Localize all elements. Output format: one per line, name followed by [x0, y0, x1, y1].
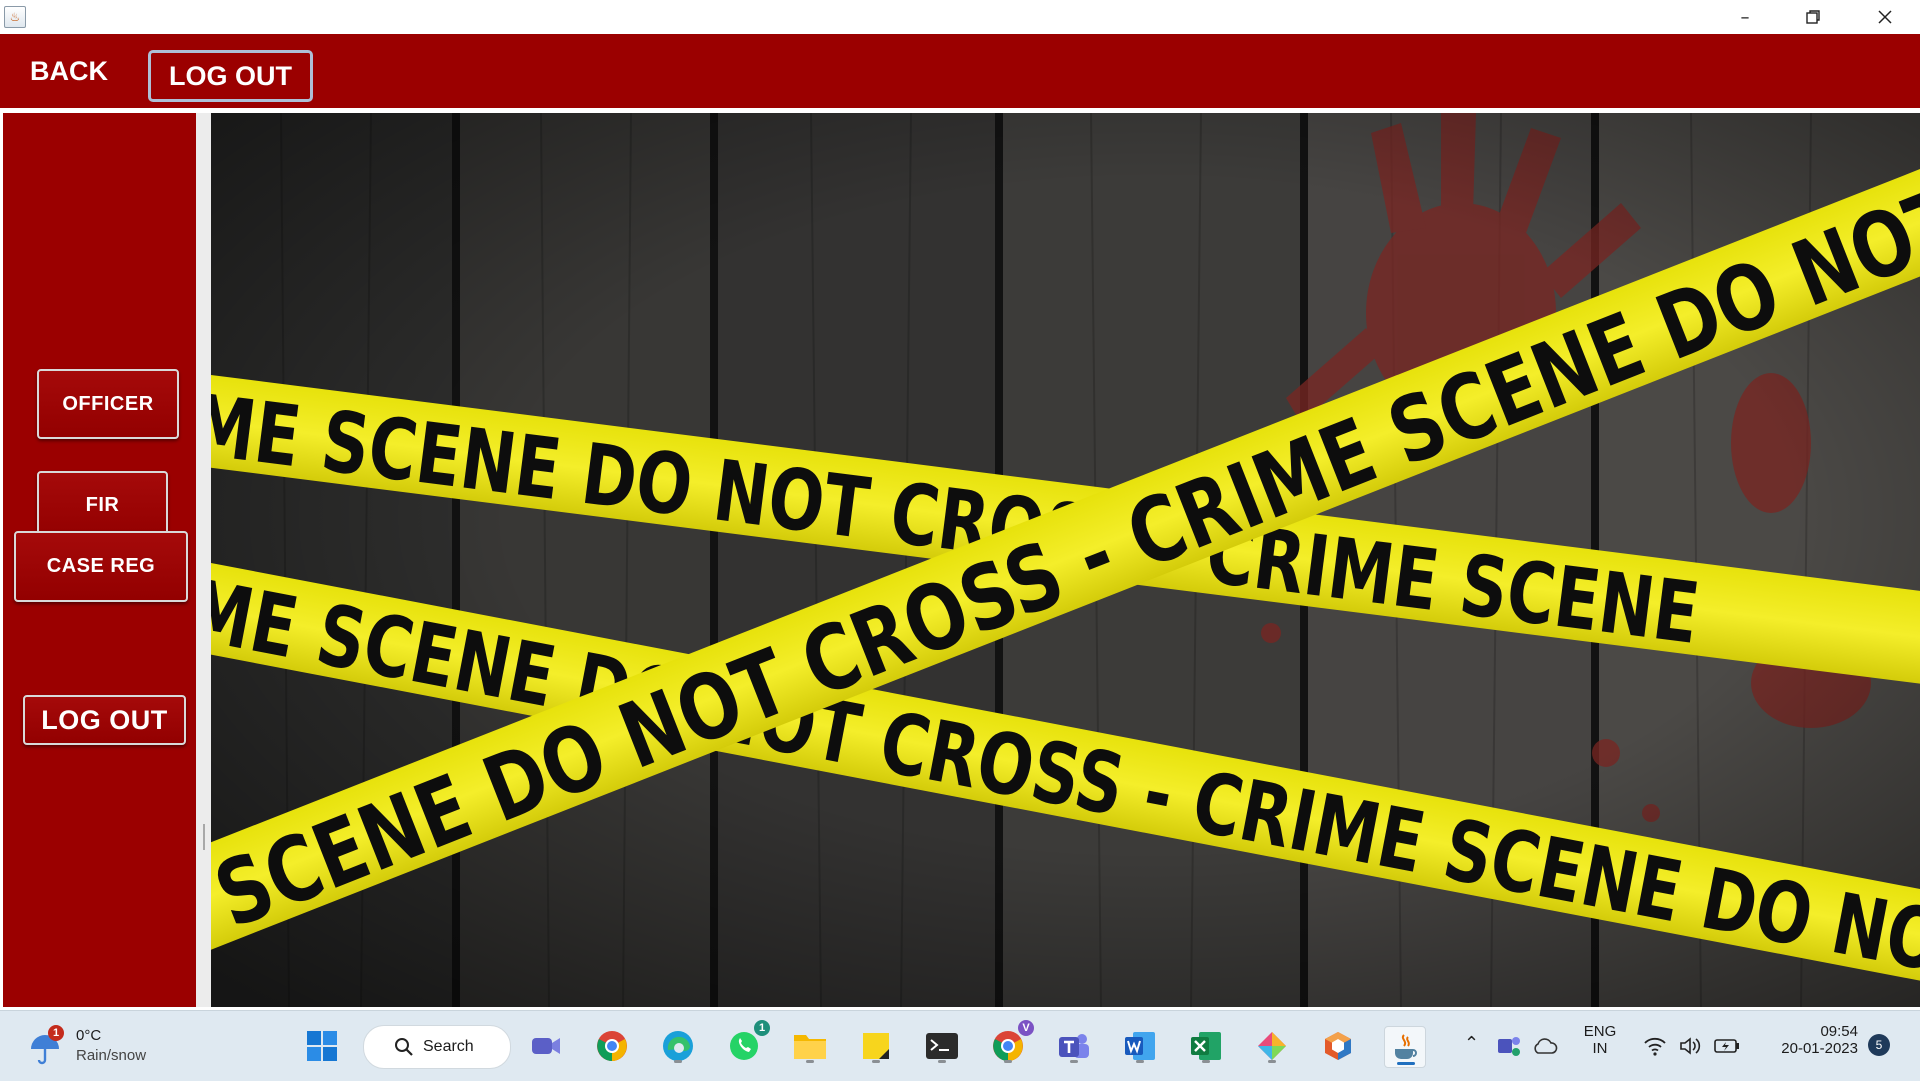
chrome-profile-running-indicator — [1004, 1060, 1012, 1063]
chevron-up-icon[interactable]: ⌃ — [1464, 1033, 1479, 1054]
word-running-indicator — [1136, 1060, 1144, 1063]
java-cup-icon: ♨ — [4, 6, 26, 28]
whatsapp-icon[interactable]: 1 — [724, 1020, 770, 1066]
sidebar-logout-button[interactable]: LOG OUT — [23, 695, 186, 745]
top-logout-button[interactable]: LOG OUT — [148, 50, 313, 102]
clock[interactable]: 09:54 20-01-2023 — [1758, 1023, 1858, 1057]
minimize-icon[interactable]: – — [1710, 0, 1780, 34]
excel-icon[interactable] — [1186, 1026, 1226, 1066]
teams-tray-icon[interactable] — [1494, 1026, 1524, 1066]
weather-widget[interactable]: 1 0°C Rain/snow — [26, 1025, 166, 1069]
header-divider — [0, 108, 1920, 112]
top-navigation-bar: BACK LOG OUT — [0, 34, 1920, 108]
explorer-running-indicator — [806, 1060, 814, 1063]
search-icon — [395, 1038, 413, 1056]
onedrive-cloud-icon[interactable] — [1530, 1026, 1560, 1066]
weather-temp: 0°C — [76, 1027, 102, 1044]
java-active-indicator — [1397, 1062, 1415, 1065]
terminal-running-indicator — [938, 1060, 946, 1063]
wifi-icon[interactable] — [1640, 1026, 1670, 1066]
split-pane-divider[interactable] — [196, 113, 211, 1007]
sidebar: OFFICER FIR CASE REG LOG OUT — [3, 113, 196, 1007]
snipping-tool-icon[interactable] — [1252, 1026, 1292, 1066]
lang-line2: IN — [1592, 1040, 1608, 1057]
crime-scene-illustration: ME SCENE DO NOT CROSS - CRIME SCENE ME S… — [211, 113, 1920, 1007]
windows-start-icon[interactable] — [302, 1026, 342, 1066]
whatsapp-badge: 1 — [754, 1020, 770, 1036]
battery-icon[interactable] — [1712, 1026, 1742, 1066]
taskbar-search-box[interactable]: Search — [363, 1025, 511, 1069]
edge-icon[interactable] — [658, 1026, 698, 1066]
sticky-notes-icon[interactable] — [856, 1026, 896, 1066]
chrome-icon[interactable] — [592, 1026, 632, 1066]
officer-button[interactable]: OFFICER — [37, 369, 179, 439]
teams-icon[interactable] — [1054, 1026, 1094, 1066]
word-icon[interactable] — [1120, 1026, 1160, 1066]
sticky-running-indicator — [872, 1060, 880, 1063]
fir-button[interactable]: FIR — [37, 471, 168, 540]
snip-running-indicator — [1268, 1060, 1276, 1063]
edge-running-indicator — [674, 1060, 682, 1063]
close-icon[interactable] — [1850, 0, 1920, 34]
case-reg-button[interactable]: CASE REG — [14, 531, 188, 602]
file-explorer-icon[interactable] — [790, 1026, 830, 1066]
crime-scene-background-image: ME SCENE DO NOT CROSS - CRIME SCENE ME S… — [211, 113, 1920, 1007]
volume-icon[interactable] — [1676, 1026, 1706, 1066]
clock-date: 20-01-2023 — [1781, 1040, 1858, 1057]
meet-now-icon[interactable] — [526, 1026, 566, 1066]
window-titlebar: ♨ – — [0, 0, 1920, 34]
back-button[interactable]: BACK — [14, 46, 124, 96]
language-indicator[interactable]: ENG IN — [1578, 1023, 1622, 1057]
notification-count-badge[interactable]: 5 — [1868, 1034, 1890, 1056]
netbeans-icon[interactable] — [1318, 1026, 1358, 1066]
weather-badge: 1 — [48, 1025, 64, 1041]
taskbar: 1 0°C Rain/snow Search 1 V ⌃ ENG IN 09:5… — [0, 1010, 1920, 1081]
divider-grip[interactable] — [203, 824, 205, 850]
teams-running-indicator — [1070, 1060, 1078, 1063]
chrome-profile-icon[interactable]: V — [988, 1020, 1034, 1066]
java-app-taskbar-icon[interactable] — [1384, 1026, 1426, 1068]
chrome-profile-badge: V — [1018, 1020, 1034, 1036]
clock-time: 09:54 — [1820, 1023, 1858, 1040]
restore-icon[interactable] — [1778, 0, 1848, 34]
lang-line1: ENG — [1583, 1023, 1617, 1040]
search-label: Search — [423, 1038, 474, 1055]
weather-desc: Rain/snow — [76, 1047, 147, 1064]
excel-running-indicator — [1202, 1060, 1210, 1063]
terminal-icon[interactable] — [922, 1026, 962, 1066]
application-window: BACK LOG OUT OFFICER FIR CASE REG LOG OU… — [0, 34, 1920, 1010]
